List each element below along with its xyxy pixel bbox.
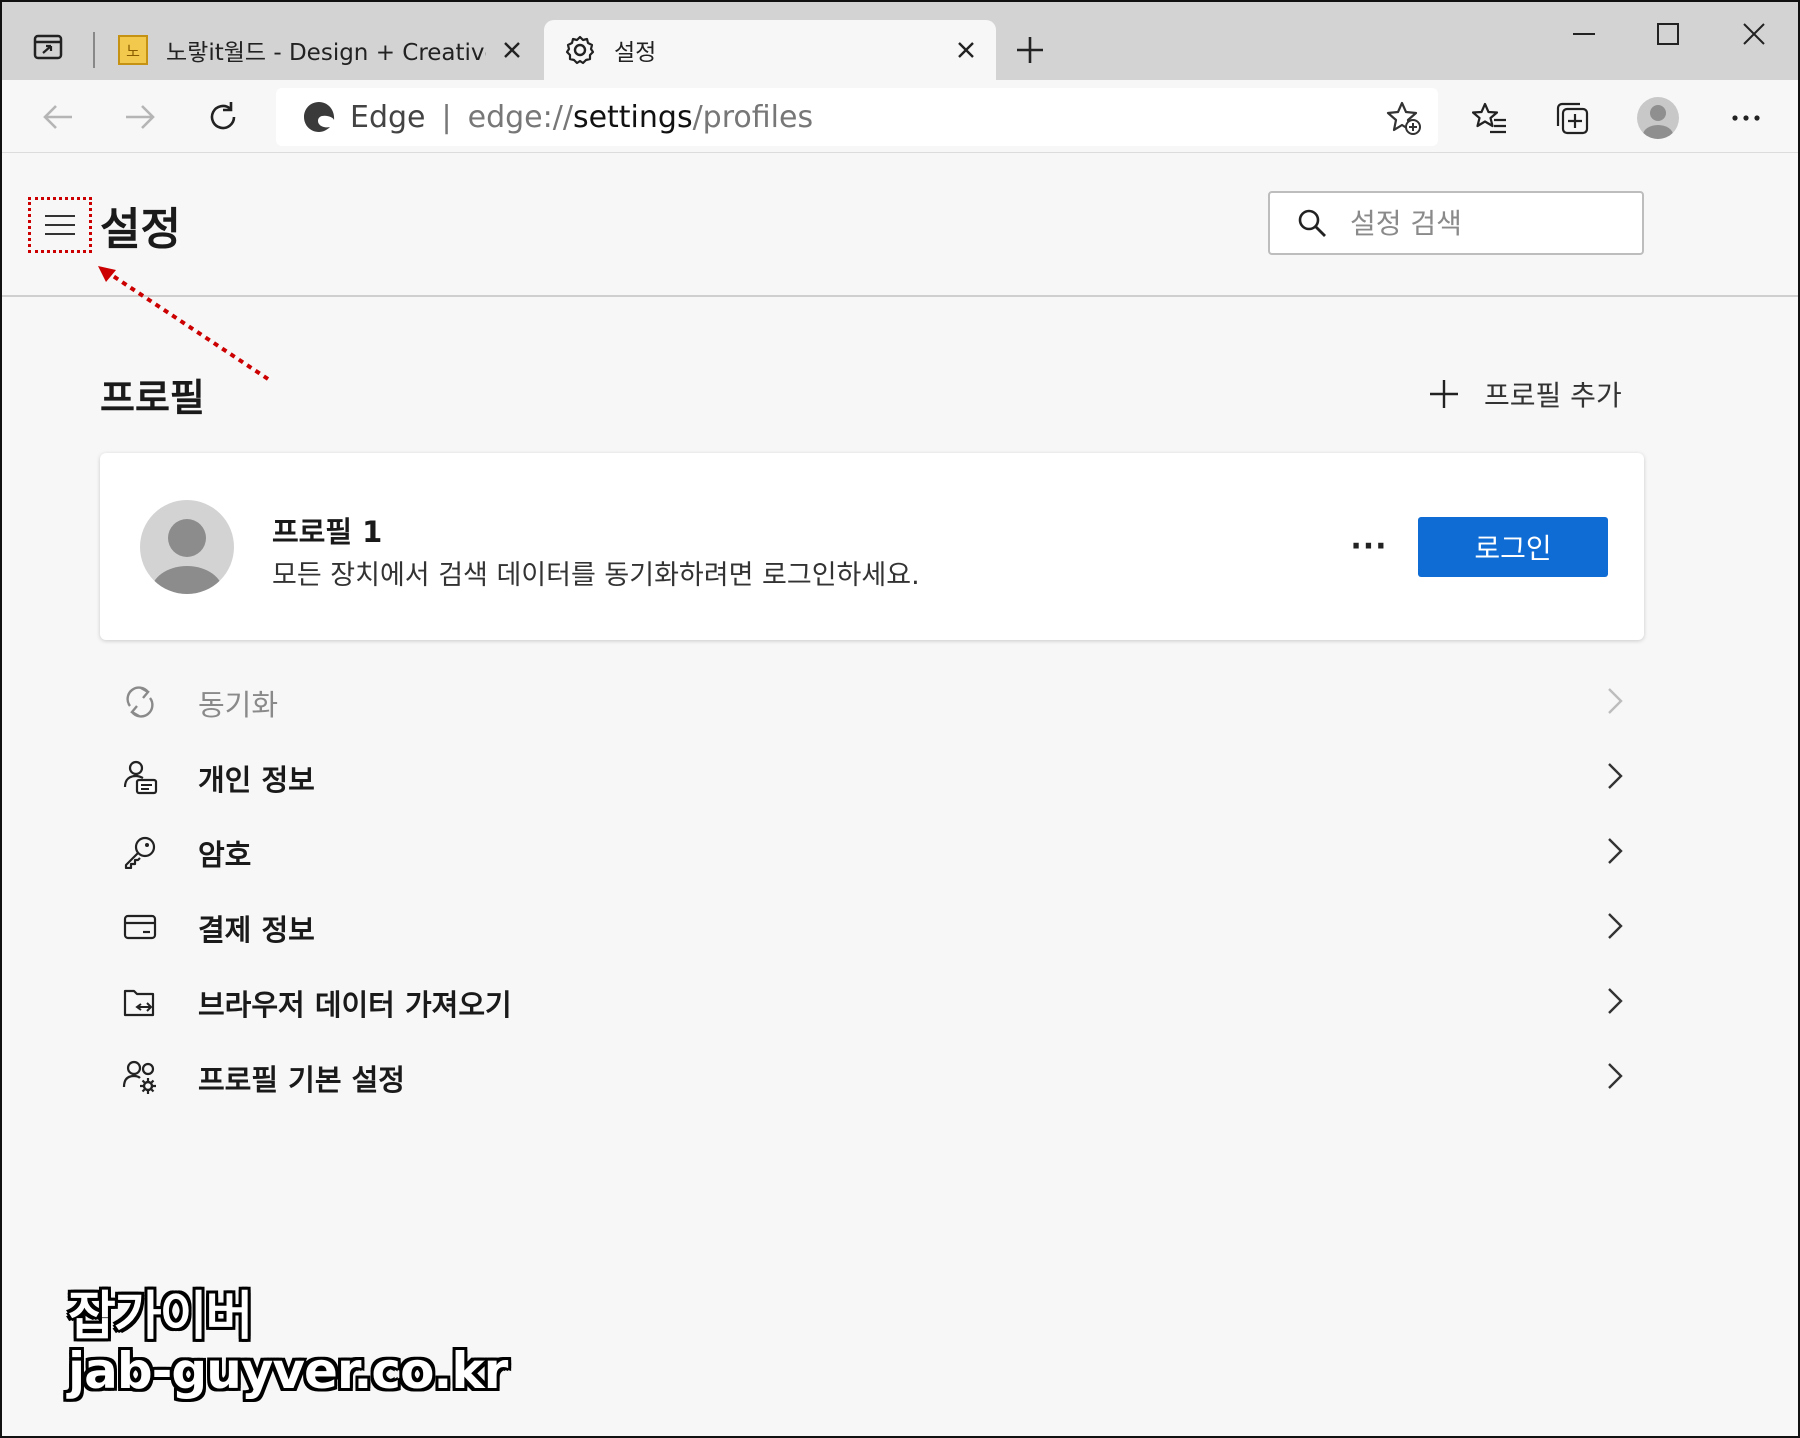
- close-window-button[interactable]: [1724, 14, 1784, 54]
- list-item-label: 동기화: [198, 688, 279, 722]
- list-item-import-browser-data[interactable]: 브라우저 데이터 가져오기: [100, 964, 1644, 1039]
- collections-button[interactable]: [1548, 94, 1596, 142]
- list-item-payment-info[interactable]: 결제 정보: [100, 889, 1644, 964]
- gear-icon: [565, 35, 595, 65]
- login-button[interactable]: 로그인: [1418, 517, 1608, 577]
- more-dots-icon: [1732, 115, 1760, 121]
- tab-title: 설정: [614, 40, 657, 66]
- import-data-icon: [122, 984, 158, 1020]
- address-separator: |: [441, 99, 452, 135]
- add-favorite-button[interactable]: [1384, 98, 1424, 138]
- watermark-url: jab-guyver.co.kr: [68, 1341, 508, 1400]
- watermark: 잡가이버 jab-guyver.co.kr: [68, 1287, 508, 1400]
- close-tab-icon[interactable]: [496, 34, 528, 66]
- collections-icon: [1556, 102, 1589, 135]
- address-bar[interactable]: Edge | edge://settings/profiles: [276, 88, 1438, 146]
- close-icon: [1743, 23, 1765, 45]
- maximize-icon: [1657, 23, 1679, 45]
- profile-settings-icon: [122, 1059, 158, 1095]
- site-favicon-icon: 노: [118, 35, 148, 65]
- personal-info-icon: [122, 759, 158, 795]
- tab-noralit-world[interactable]: 노 노랗it월드 - Design + Creative +: [102, 20, 542, 80]
- tab-separator: [93, 32, 95, 68]
- new-tab-button[interactable]: [1010, 32, 1050, 68]
- back-arrow-icon: [43, 105, 72, 129]
- chevron-right-icon: [1600, 986, 1630, 1016]
- browser-window: 노 노랗it월드 - Design + Creative + 설정: [0, 0, 1800, 1438]
- maximize-button[interactable]: [1638, 14, 1698, 54]
- list-item-label: 개인 정보: [198, 763, 315, 797]
- edge-logo-icon: [304, 102, 335, 132]
- tab-actions-button[interactable]: [32, 32, 64, 62]
- key-icon: [122, 834, 158, 870]
- close-tab-icon[interactable]: [950, 34, 982, 66]
- forward-button[interactable]: [117, 94, 163, 140]
- star-add-icon: [1386, 101, 1421, 135]
- chevron-right-icon: [1600, 761, 1630, 791]
- address-site-label: Edge: [350, 99, 426, 135]
- back-button[interactable]: [35, 94, 81, 140]
- profile-description: 모든 장치에서 검색 데이터를 동기화하려면 로그인하세요.: [272, 560, 920, 591]
- forward-arrow-icon: [126, 105, 155, 129]
- list-item-passwords[interactable]: 암호: [100, 814, 1644, 889]
- user-avatar-icon: [151, 519, 223, 594]
- refresh-icon: [210, 102, 236, 130]
- list-item-profile-preferences[interactable]: 프로필 기본 설정: [100, 1039, 1644, 1114]
- sync-icon: [122, 684, 158, 720]
- list-item-label: 결제 정보: [198, 913, 315, 947]
- profile-settings-list: 동기화 개인 정보 암호 결제 정보 브라우저 데이터 가져오기 프로필 기본 …: [100, 664, 1644, 1114]
- section-title: 프로필: [100, 376, 205, 420]
- browser-toolbar: Edge | edge://settings/profiles: [2, 80, 1798, 153]
- card-icon: [122, 909, 158, 945]
- menu-toggle-button[interactable]: [28, 197, 92, 253]
- minimize-icon: [1573, 33, 1595, 35]
- favorites-list-icon: [1472, 102, 1506, 134]
- refresh-button[interactable]: [200, 94, 246, 140]
- profile-more-button[interactable]: ···: [1346, 523, 1392, 569]
- add-profile-button[interactable]: 프로필 추가: [1428, 374, 1622, 414]
- page-title: 설정: [100, 204, 181, 255]
- chevron-right-icon: [1600, 1061, 1630, 1091]
- minimize-button[interactable]: [1554, 14, 1614, 54]
- list-item-label: 브라우저 데이터 가져오기: [198, 988, 512, 1022]
- add-profile-label: 프로필 추가: [1484, 379, 1622, 412]
- chevron-right-icon: [1600, 686, 1630, 716]
- list-item-personal-info[interactable]: 개인 정보: [100, 739, 1644, 814]
- list-item-label: 프로필 기본 설정: [198, 1063, 405, 1097]
- avatar: [140, 500, 234, 594]
- hamburger-icon: [45, 215, 75, 235]
- search-icon: [1298, 209, 1326, 237]
- favorites-button[interactable]: [1466, 94, 1514, 142]
- profile-button[interactable]: [1634, 94, 1682, 142]
- profile-name: 프로필 1: [272, 515, 383, 549]
- watermark-title: 잡가이버: [68, 1287, 253, 1347]
- profile-card: 프로필 1 모든 장치에서 검색 데이터를 동기화하려면 로그인하세요. ···…: [100, 453, 1644, 640]
- list-item-label: 암호: [198, 838, 252, 872]
- search-input[interactable]: [1348, 205, 1632, 241]
- settings-search-box[interactable]: [1268, 191, 1644, 255]
- chevron-right-icon: [1600, 836, 1630, 866]
- tab-actions-icon: [33, 34, 63, 60]
- user-avatar-icon: [1643, 105, 1673, 139]
- plus-icon: [1430, 380, 1458, 408]
- tab-title: 노랗it월드 - Design + Creative +: [166, 40, 486, 66]
- tab-settings[interactable]: 설정: [544, 20, 996, 80]
- list-item-sync[interactable]: 동기화: [100, 664, 1644, 739]
- plus-icon: [1017, 37, 1043, 63]
- chevron-right-icon: [1600, 911, 1630, 941]
- settings-and-more-button[interactable]: [1722, 94, 1770, 142]
- address-url: edge://settings/profiles: [467, 99, 814, 135]
- avatar: [1637, 97, 1679, 139]
- tab-bar: 노 노랗it월드 - Design + Creative + 설정: [2, 2, 1798, 80]
